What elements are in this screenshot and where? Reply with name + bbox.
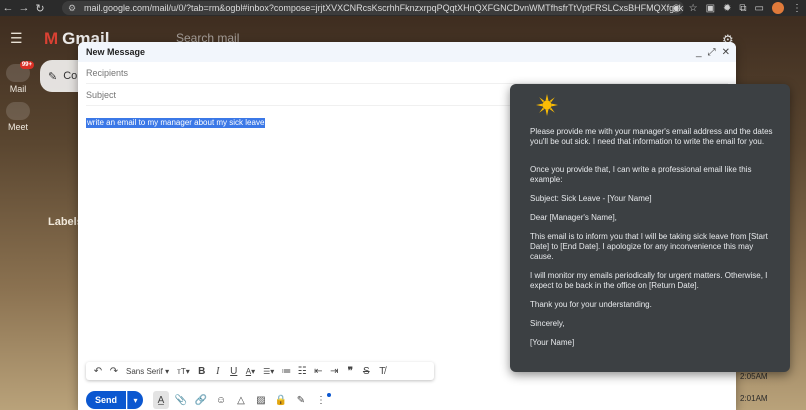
undo-icon[interactable]: ↶	[90, 362, 106, 380]
sidebar-icon[interactable]: ▭	[755, 3, 764, 14]
indent-more-icon[interactable]: ⇥	[326, 362, 342, 380]
pencil-icon: ✎	[48, 70, 58, 83]
assistant-paragraph-body-2: I will monitor my emails periodically fo…	[530, 271, 768, 290]
assistant-paragraph-closing: Sincerely,	[530, 319, 565, 328]
email-time-2: 2:01AM	[740, 394, 768, 403]
notification-dot	[327, 393, 331, 397]
browser-extension-icons: ◉ ☆ ▣ ✹ ⧉ ▭ ⋮	[672, 0, 802, 16]
text-color-icon[interactable]: A ▾	[242, 362, 259, 380]
close-icon[interactable]: ✕	[722, 47, 730, 58]
font-select[interactable]: Sans Serif ▾	[122, 362, 173, 380]
browser-toolbar: ← → ↻ ⚙ mail.google.com/mail/u/0/?tab=rm…	[0, 0, 806, 16]
assistant-paragraph-body-1: This email is to inform you that I will …	[530, 232, 768, 261]
formatting-options-icon[interactable]: A̲	[153, 391, 169, 409]
align-icon[interactable]: ☰▾	[259, 362, 278, 380]
indent-less-icon[interactable]: ⇤	[310, 362, 326, 380]
mail-icon: 99+	[6, 61, 34, 82]
assistant-paragraph-greeting: Dear [Manager's Name],	[530, 213, 617, 222]
selected-body-text[interactable]: write an email to my manager about my si…	[86, 118, 266, 128]
compose-window-controls: _ ⤢ ✕	[696, 42, 730, 62]
numbered-list-icon[interactable]: ≔	[278, 362, 294, 380]
unread-badge: 99+	[19, 61, 34, 69]
ai-assistant-panel: Please provide me with your manager's em…	[510, 84, 790, 372]
bookmark-star-icon[interactable]: ☆	[689, 3, 698, 14]
drive-icon[interactable]: △	[233, 391, 249, 409]
emoji-icon[interactable]: ☺	[213, 391, 229, 409]
back-arrow-icon[interactable]: ←	[0, 0, 16, 16]
compose-bottom-bar: Send ▾ A̲ 📎 🔗 ☺ △ ▨ 🔒 ✎ ⋮	[86, 390, 331, 410]
subject-placeholder: Subject	[86, 89, 117, 100]
bold-icon[interactable]: B	[194, 362, 210, 380]
remove-formatting-icon[interactable]: T̸	[374, 362, 390, 380]
sparkle-star-icon	[536, 94, 558, 116]
text-size-icon[interactable]: тT▾	[173, 362, 194, 380]
confidential-lock-icon[interactable]: 🔒	[273, 391, 289, 409]
extension-icon[interactable]: ▣	[706, 3, 715, 14]
recipients-placeholder: Recipients	[86, 67, 129, 78]
insert-photo-icon[interactable]: ▨	[253, 391, 269, 409]
redo-icon[interactable]: ↷	[106, 362, 122, 380]
quote-icon[interactable]: ❞	[342, 362, 358, 380]
gmail-m-icon: M	[44, 29, 59, 48]
signature-pen-icon[interactable]: ✎	[293, 391, 309, 409]
main-menu-icon[interactable]: ☰	[10, 30, 23, 47]
url-text: mail.google.com/mail/u/0/?tab=rm&ogbl#in…	[84, 3, 684, 13]
forward-arrow-icon[interactable]: →	[16, 0, 32, 16]
insert-link-icon[interactable]: 🔗	[193, 391, 209, 409]
minimize-icon[interactable]: _	[696, 47, 702, 58]
assistant-paragraph-thanks: Thank you for your understanding.	[530, 300, 652, 309]
assistant-paragraph-request: Please provide me with your manager's em…	[530, 127, 773, 146]
recipients-field[interactable]: Recipients	[86, 62, 728, 84]
expand-icon[interactable]: ⤢	[708, 47, 716, 58]
reload-icon[interactable]: ↻	[32, 0, 48, 16]
assistant-paragraph-subject: Subject: Sick Leave - [Your Name]	[530, 194, 652, 203]
menu-dots-icon[interactable]: ⋮	[792, 3, 802, 14]
assistant-paragraph-signature: [Your Name]	[530, 338, 575, 347]
meet-icon	[6, 102, 30, 120]
assistant-paragraph-example-intro: Once you provide that, I can write a pro…	[530, 165, 752, 184]
assistant-response: Please provide me with your manager's em…	[520, 127, 780, 348]
sun-extension-icon[interactable]: ✹	[723, 3, 731, 14]
rail-mail-label: Mail	[9, 84, 27, 94]
eye-icon[interactable]: ◉	[672, 3, 681, 14]
bulleted-list-icon[interactable]: ☷	[294, 362, 310, 380]
attach-file-icon[interactable]: 📎	[173, 391, 189, 409]
rail-item-mail[interactable]: 99+ Mail	[4, 61, 34, 94]
formatting-toolbar: ↶ ↷ Sans Serif ▾ тT▾ B I U A ▾ ☰▾ ≔ ☷ ⇤ ⇥…	[86, 362, 434, 380]
address-bar[interactable]: ⚙ mail.google.com/mail/u/0/?tab=rm&ogbl#…	[62, 1, 684, 15]
compose-header[interactable]: New Message _ ⤢ ✕	[78, 42, 736, 62]
send-button[interactable]: Send	[86, 391, 126, 409]
compose-title: New Message	[86, 47, 146, 57]
site-info-icon[interactable]: ⚙	[68, 3, 78, 14]
rail-meet-label: Meet	[7, 122, 28, 132]
strikethrough-icon[interactable]: S	[358, 362, 374, 380]
profile-avatar[interactable]	[772, 2, 784, 14]
rail-item-meet[interactable]: Meet	[4, 102, 32, 132]
email-time-1: 2:05AM	[740, 372, 768, 381]
underline-icon[interactable]: U	[226, 362, 242, 380]
puzzle-icon[interactable]: ⧉	[739, 3, 746, 14]
italic-icon[interactable]: I	[210, 362, 226, 380]
send-options-chevron-icon[interactable]: ▾	[127, 391, 143, 409]
